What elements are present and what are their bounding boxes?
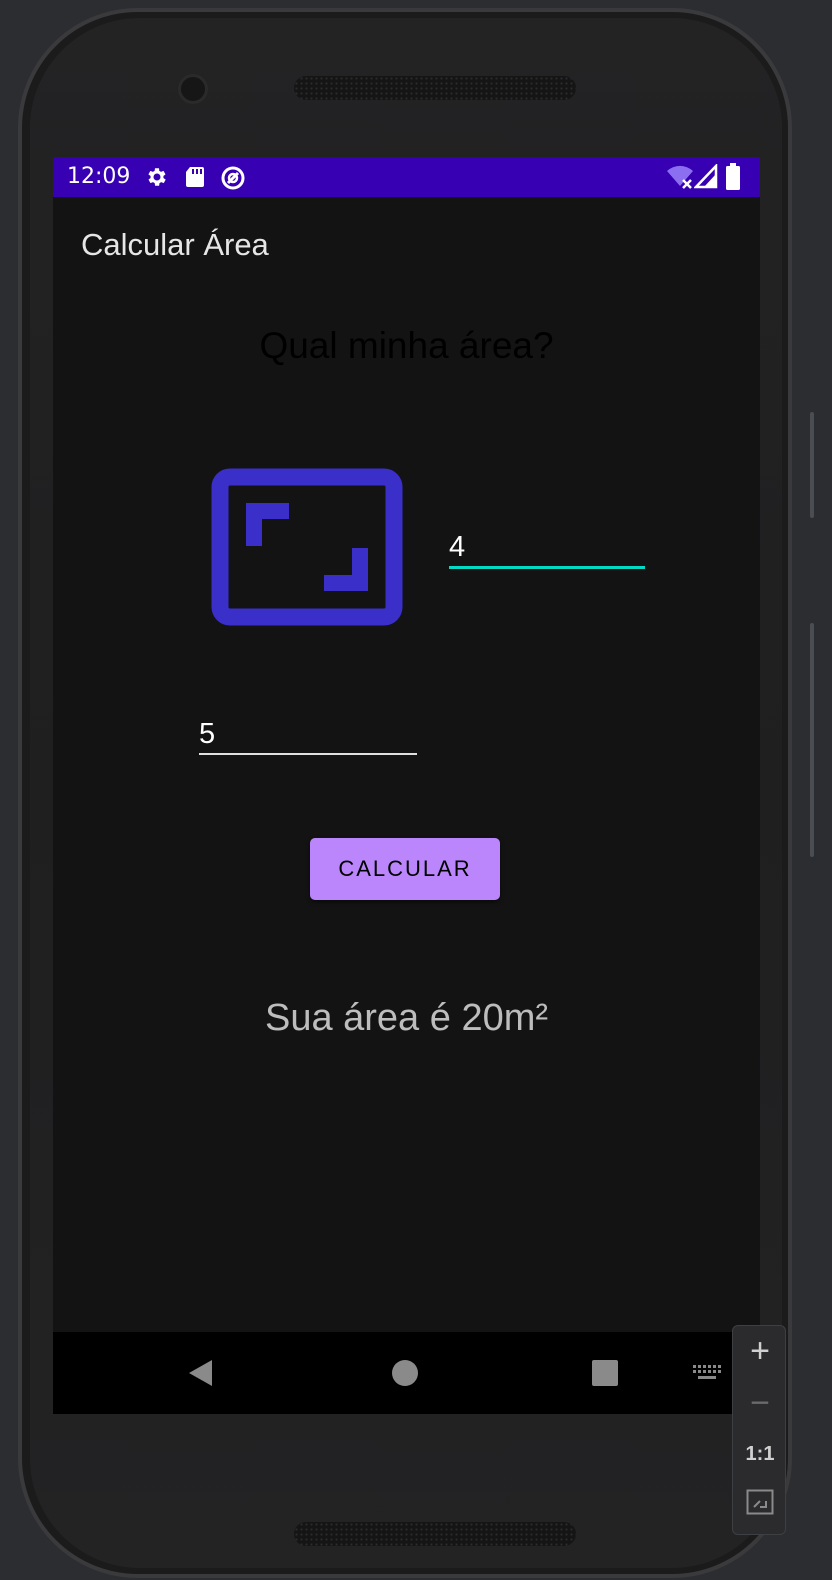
height-field[interactable] <box>199 715 417 755</box>
battery-icon <box>725 163 741 195</box>
width-field[interactable] <box>449 528 645 569</box>
app-title: Calcular Área <box>81 227 269 262</box>
earpiece-speaker <box>294 76 576 100</box>
gear-icon <box>145 165 169 193</box>
wifi-off-icon <box>666 164 694 194</box>
result-text: Sua área é 20m² <box>264 997 549 1039</box>
fit-screen-icon[interactable] <box>746 1489 774 1519</box>
status-time: 12:09 <box>67 164 131 189</box>
recents-icon[interactable] <box>592 1360 618 1390</box>
width-input[interactable] <box>449 528 645 566</box>
app-bar: Calcular Área <box>53 197 760 297</box>
keyboard-icon[interactable] <box>692 1364 722 1386</box>
actual-size-button[interactable]: 1:1 <box>733 1440 787 1468</box>
back-icon[interactable] <box>186 1358 214 1392</box>
calculate-button[interactable]: CALCULAR <box>310 838 500 900</box>
home-icon[interactable] <box>391 1359 419 1391</box>
status-bar: 12:09 <box>53 157 760 197</box>
question-heading: Qual minha área? <box>259 325 554 366</box>
aspect-ratio-icon <box>211 468 403 630</box>
cell-signal-icon <box>693 162 718 194</box>
zoom-controls: + − 1:1 <box>732 1325 786 1535</box>
bottom-speaker <box>294 1522 576 1546</box>
scrollbar-thumb-upper[interactable] <box>810 412 814 518</box>
sync-icon <box>220 165 246 195</box>
device-screen: 12:09 Calcular Área Qual minha área? 4 5… <box>53 157 760 1414</box>
scrollbar-thumb-lower[interactable] <box>810 623 814 857</box>
sd-card-icon <box>184 165 206 193</box>
zoom-out-button[interactable]: − <box>733 1382 787 1424</box>
navigation-bar <box>53 1332 760 1414</box>
front-camera <box>178 74 208 104</box>
zoom-in-button[interactable]: + <box>733 1330 787 1372</box>
editor-scroll-strip <box>792 0 832 1580</box>
height-input[interactable] <box>199 715 417 753</box>
